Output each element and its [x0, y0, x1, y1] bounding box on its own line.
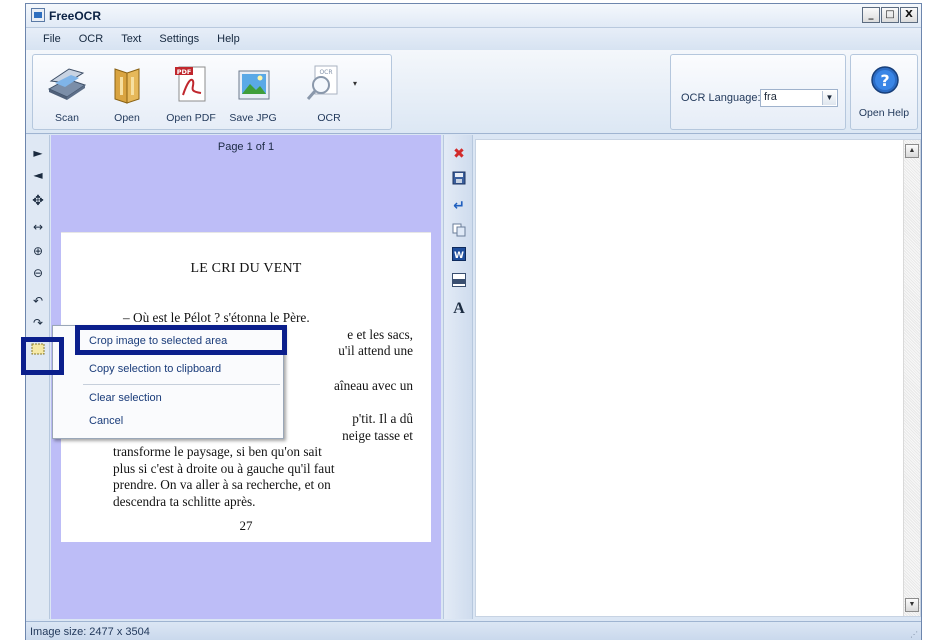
- chevron-down-icon[interactable]: ▼: [822, 91, 836, 105]
- menu-help[interactable]: Help: [208, 33, 249, 45]
- menu-text[interactable]: Text: [112, 33, 150, 45]
- font-icon[interactable]: A: [451, 301, 467, 317]
- open-pdf-button[interactable]: PDF Open PDF: [161, 59, 221, 129]
- image-file-icon: [238, 70, 270, 100]
- open-help-button[interactable]: ? Open Help: [850, 54, 918, 130]
- open-label: Open: [114, 112, 140, 124]
- crop-item-highlight: [75, 325, 287, 355]
- rotate-left-icon[interactable]: ↶: [30, 293, 46, 309]
- clear-text-icon[interactable]: ✖: [451, 145, 467, 161]
- menu-separator: [83, 384, 280, 385]
- menu-item-clear-selection[interactable]: Clear selection: [89, 392, 162, 404]
- maximize-button[interactable]: □: [881, 7, 899, 23]
- text-tools-toolbar: ✖ ↵ W A: [443, 135, 473, 619]
- zoom-out-icon[interactable]: ⊖: [30, 265, 46, 281]
- ocr-button[interactable]: OCR ▾ OCR: [293, 59, 365, 129]
- save-jpg-label: Save JPG: [229, 112, 277, 124]
- image-tools-toolbar: ► ◄ ✥ ↔ ⊕ ⊖ ↶ ↷: [26, 135, 50, 619]
- menu-item-cancel[interactable]: Cancel: [89, 415, 123, 427]
- help-icon: ?: [871, 66, 899, 94]
- document-line: descendra ta schlitte après.: [113, 493, 256, 509]
- scroll-up-icon[interactable]: ▲: [905, 144, 919, 158]
- toolbar-ribbon: Scan Open PDF Open PDF Save JPG OCR ▾ OC…: [26, 50, 921, 134]
- close-button[interactable]: X: [900, 7, 918, 23]
- scanner-icon: [47, 68, 87, 100]
- line-break-icon[interactable]: ↵: [451, 197, 467, 213]
- image-size-status: Image size: 2477 x 3504: [30, 626, 150, 638]
- app-window: FreeOCR _ □ X File OCR Text Settings Hel…: [25, 3, 922, 640]
- ocr-text-area[interactable]: ▲ ▼: [475, 139, 921, 617]
- word-export-icon[interactable]: W: [451, 247, 467, 263]
- save-jpg-button[interactable]: Save JPG: [223, 59, 283, 129]
- file-tools-group: Scan Open PDF Open PDF Save JPG OCR ▾ OC…: [32, 54, 392, 130]
- zoom-in-icon[interactable]: ⊕: [30, 243, 46, 259]
- save-text-icon[interactable]: [451, 171, 467, 187]
- app-logo-icon: [31, 8, 45, 22]
- open-pdf-label: Open PDF: [166, 112, 216, 124]
- folder-icon: [114, 68, 140, 104]
- ocr-language-group: OCR Language: fra ▼: [670, 54, 846, 130]
- open-button[interactable]: Open: [97, 59, 157, 129]
- pdf-badge-text: PDF: [177, 68, 192, 76]
- fit-width-icon[interactable]: ↔: [30, 219, 46, 235]
- minimize-button[interactable]: _: [862, 7, 880, 23]
- document-line: transforme le paysage, si ben qu'on sait: [113, 444, 322, 459]
- pan-icon[interactable]: ✥: [30, 193, 46, 209]
- scroll-down-icon[interactable]: ▼: [905, 598, 919, 612]
- rtf-export-icon[interactable]: [451, 273, 467, 289]
- title-bar: FreeOCR _ □ X: [26, 4, 921, 28]
- menu-ocr[interactable]: OCR: [70, 33, 112, 45]
- select-tool-highlight: [21, 337, 64, 375]
- window-title: FreeOCR: [49, 9, 102, 23]
- scan-label: Scan: [55, 112, 79, 124]
- svg-text:W: W: [454, 251, 464, 261]
- next-page-icon[interactable]: ►: [30, 145, 46, 161]
- copy-text-icon[interactable]: [451, 223, 467, 239]
- menu-item-copy-selection[interactable]: Copy selection to clipboard: [89, 363, 221, 375]
- ocr-language-label: OCR Language:: [681, 92, 761, 104]
- svg-text:?: ?: [880, 71, 889, 90]
- ocr-language-value: fra: [764, 91, 777, 103]
- document-title: LE CRI DU VENT: [190, 261, 302, 276]
- ocr-dropdown-arrow-icon[interactable]: ▾: [353, 79, 357, 88]
- ocr-label: OCR: [317, 112, 341, 124]
- document-line: plus si c'est à droite ou à gauche qu'il…: [113, 460, 335, 476]
- ocr-language-select[interactable]: fra ▼: [760, 89, 838, 107]
- resize-grip-icon[interactable]: ⋰: [910, 630, 918, 639]
- window-controls: _ □ X: [862, 7, 918, 23]
- ocr-magnifier-icon: OCR: [306, 65, 338, 100]
- scan-button[interactable]: Scan: [37, 59, 97, 129]
- menu-bar: File OCR Text Settings Help: [26, 28, 921, 50]
- pdf-file-icon: PDF: [175, 66, 206, 102]
- page-indicator: Page 1 of 1: [217, 141, 275, 153]
- menu-file[interactable]: File: [34, 33, 70, 45]
- previous-page-icon[interactable]: ◄: [30, 167, 46, 183]
- open-help-label: Open Help: [858, 107, 910, 119]
- ocr-badge-text: OCR: [319, 69, 332, 76]
- menu-settings[interactable]: Settings: [150, 33, 208, 45]
- document-page-number: 27: [239, 518, 253, 533]
- text-scrollbar[interactable]: ▲ ▼: [903, 140, 920, 616]
- rotate-right-icon[interactable]: ↷: [30, 315, 46, 331]
- document-line: prendre. On va aller à sa recherche, et …: [113, 477, 331, 492]
- status-bar: Image size: 2477 x 3504 ⋰: [26, 621, 921, 640]
